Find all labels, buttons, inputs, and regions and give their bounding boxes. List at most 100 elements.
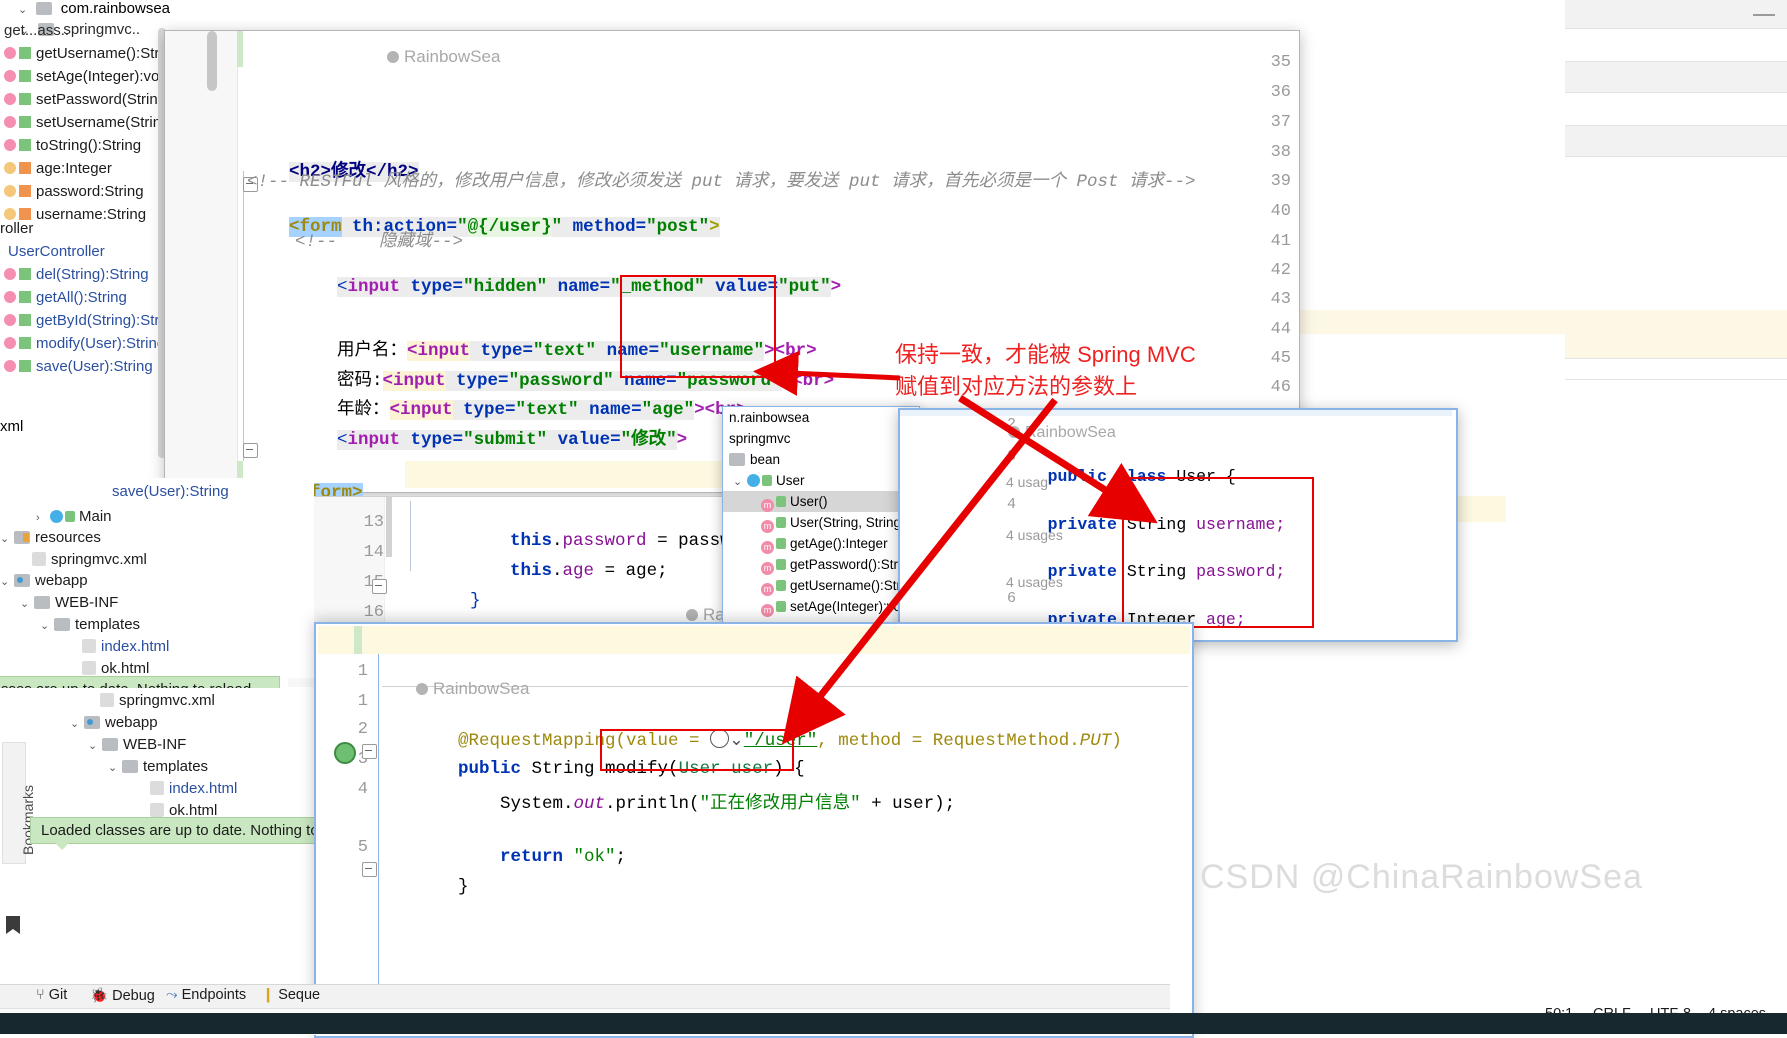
chevron-right-icon[interactable]: › (36, 512, 50, 524)
code-line-closing-brace[interactable]: } (416, 857, 469, 917)
chevron-down-icon[interactable]: ⌄ (0, 575, 14, 588)
line-number: 35 (1270, 53, 1291, 72)
tree-row[interactable]: save(User):String (112, 483, 229, 500)
fold-handle[interactable] (362, 862, 377, 877)
structure-item[interactable]: password:String (0, 180, 178, 203)
bg-row (1565, 93, 1787, 126)
bookmarks-tool-tab[interactable]: Bookmarks (2, 742, 36, 864)
chevron-down-icon[interactable]: ⌄ (70, 717, 84, 730)
chevron-down-icon[interactable]: ⌄ (0, 532, 14, 545)
tree-row[interactable]: springmvc.xml (100, 692, 215, 709)
bg-row (1565, 359, 1787, 380)
structure-item[interactable]: del(String):String (0, 263, 178, 286)
tree-row[interactable]: ⌄ webapp (70, 714, 158, 731)
structure-tool-window[interactable]: ⌄ com.rainbowsea ⌄ springmvc.. get...ass… (0, 0, 178, 500)
code-line-40[interactable]: <!-- 隐藏域--> (295, 227, 463, 252)
popup-row[interactable]: bean (723, 449, 919, 470)
structure-item[interactable]: setAge(Integer):void (0, 65, 178, 88)
popup-row-label: getAge():Integer (790, 536, 888, 551)
editor-scrollbar[interactable] (207, 31, 217, 91)
structure-item[interactable]: getById(String):String (0, 309, 178, 332)
tree-row[interactable]: ⌄ resources (0, 529, 101, 546)
web-endpoint-gutter-icon[interactable] (334, 742, 356, 764)
code-line-println[interactable]: System.out.println("正在修改用户信息" + user); (458, 769, 955, 834)
editor-current-line-band (318, 626, 1190, 654)
chevron-down-icon[interactable]: ⌄ (18, 3, 32, 16)
tree-row[interactable]: ⌄ webapp (0, 572, 88, 589)
webapp-folder-icon (14, 574, 30, 587)
tree-row[interactable]: ⌄ templates (108, 758, 208, 775)
tree-row[interactable]: index.html (82, 638, 169, 655)
public-lock-icon (776, 496, 786, 507)
popup-row[interactable]: m getPassword():String (723, 554, 919, 575)
structure-item[interactable]: getAll():String (0, 286, 178, 309)
toolbar-item-label: Debug (112, 988, 155, 1004)
bean-structure-popup[interactable]: n.rainbowsea springmvc bean ⌄ User m User(… (722, 406, 920, 640)
structure-item[interactable]: age:Integer (0, 157, 178, 180)
popup-row[interactable]: m setAge(Integer):void (723, 596, 919, 617)
structure-item[interactable]: setPassword(String):vo (0, 88, 178, 111)
tree-row-label: Main (79, 508, 112, 525)
bookmark-icon[interactable] (6, 916, 20, 934)
structure-class-row[interactable]: UserController (8, 243, 105, 260)
code-line-38[interactable]: <!-- RESTFul 风格的，修改用户信息，修改必须发送 put 请求，要发… (247, 167, 1196, 192)
tree-row[interactable]: springmvc.xml (32, 551, 147, 568)
controller-item-list[interactable]: del(String):String getAll():String getBy… (0, 263, 178, 378)
structure-item[interactable]: toString():String (0, 134, 178, 157)
editor-gutter[interactable] (165, 31, 238, 492)
tree-row[interactable]: › Main (36, 508, 112, 525)
popup-row[interactable]: m getUsername():String (723, 575, 919, 596)
code-line-14[interactable]: this.age = age; (468, 541, 668, 601)
popup-row[interactable]: springmvc (723, 428, 919, 449)
tree-row[interactable]: index.html (150, 780, 237, 797)
popup-row[interactable]: n.rainbowsea (723, 407, 919, 428)
structure-item-label: age:Integer (36, 160, 112, 177)
bottom-toolbar[interactable]: ⑂ Git 🐞 Debug ⤳ Endpoints ❙ Seque (0, 984, 1170, 1009)
toolbar-item-endpoints[interactable]: ⤳ Endpoints (166, 987, 246, 1003)
fold-handle[interactable] (372, 579, 387, 594)
toolbar-item-debug[interactable]: 🐞 Debug (90, 987, 155, 1004)
chevron-down-icon[interactable]: ⌄ (733, 472, 747, 493)
private-lock-icon (19, 208, 31, 220)
tree-row-label: ok.html (101, 660, 150, 677)
code-line-return[interactable]: return "ok"; (458, 827, 626, 887)
toolbar-item-git[interactable]: ⑂ Git (36, 987, 67, 1003)
tree-row-label: webapp (35, 572, 88, 589)
tree-row-label: WEB-INF (55, 594, 119, 611)
structure-item[interactable]: setUsername(String):vc (0, 111, 178, 134)
public-lock-icon (776, 538, 786, 549)
structure-item-list[interactable]: getUsername():String setAge(Integer):voi… (0, 42, 178, 226)
popup-row[interactable]: m User(String, String, Inte (723, 512, 919, 533)
chevron-down-icon[interactable]: ⌄ (40, 619, 54, 632)
popup-row-selected[interactable]: m User() (723, 491, 919, 512)
author-name: RainbowSea (1025, 424, 1116, 441)
minimize-icon[interactable] (1753, 14, 1775, 16)
fold-handle[interactable] (243, 443, 258, 458)
toolbar-item-sequence[interactable]: ❙ Seque (262, 987, 320, 1003)
public-lock-icon (19, 268, 31, 280)
line-number: 40 (1270, 202, 1291, 221)
chevron-down-icon[interactable]: ⌄ (88, 739, 102, 752)
tree-row[interactable]: ⌄ WEB-INF (20, 594, 118, 611)
popup-row[interactable]: ⌄ User (723, 470, 919, 491)
vcs-change-marker (237, 31, 243, 67)
chevron-down-icon[interactable]: ⌄ (20, 597, 34, 610)
popup-row[interactable]: m getAge():Integer (723, 533, 919, 554)
tree-row[interactable]: ok.html (82, 660, 149, 677)
sequence-icon: ❙ (262, 987, 275, 1003)
public-lock-icon (776, 559, 786, 570)
structure-item[interactable]: modify(User):String (0, 332, 178, 355)
structure-item[interactable]: getUsername():String (0, 42, 178, 65)
line-number: 13 (363, 513, 384, 532)
tree-row[interactable]: ⌄ WEB-INF (88, 736, 186, 753)
structure-item-label: getById(String):String (36, 312, 178, 329)
structure-xml-row[interactable]: xml (0, 418, 23, 435)
chevron-down-icon[interactable]: ⌄ (108, 761, 122, 774)
controller-editor-window[interactable]: 1 1 2 3 4 5 RainbowSea @RequestMapping(v… (314, 622, 1194, 1038)
tree-row[interactable]: ⌄ templates (40, 616, 140, 633)
project-tree-back[interactable]: save(User):String › Main ⌄ resources sprin… (0, 478, 314, 678)
code-indent-guide (410, 501, 411, 571)
project-tree-front[interactable]: springmvc.xml ⌄ webapp ⌄ WEB-INF ⌄ template… (0, 688, 314, 828)
structure-item[interactable]: save(User):String (0, 355, 178, 378)
fold-handle[interactable] (362, 744, 377, 759)
